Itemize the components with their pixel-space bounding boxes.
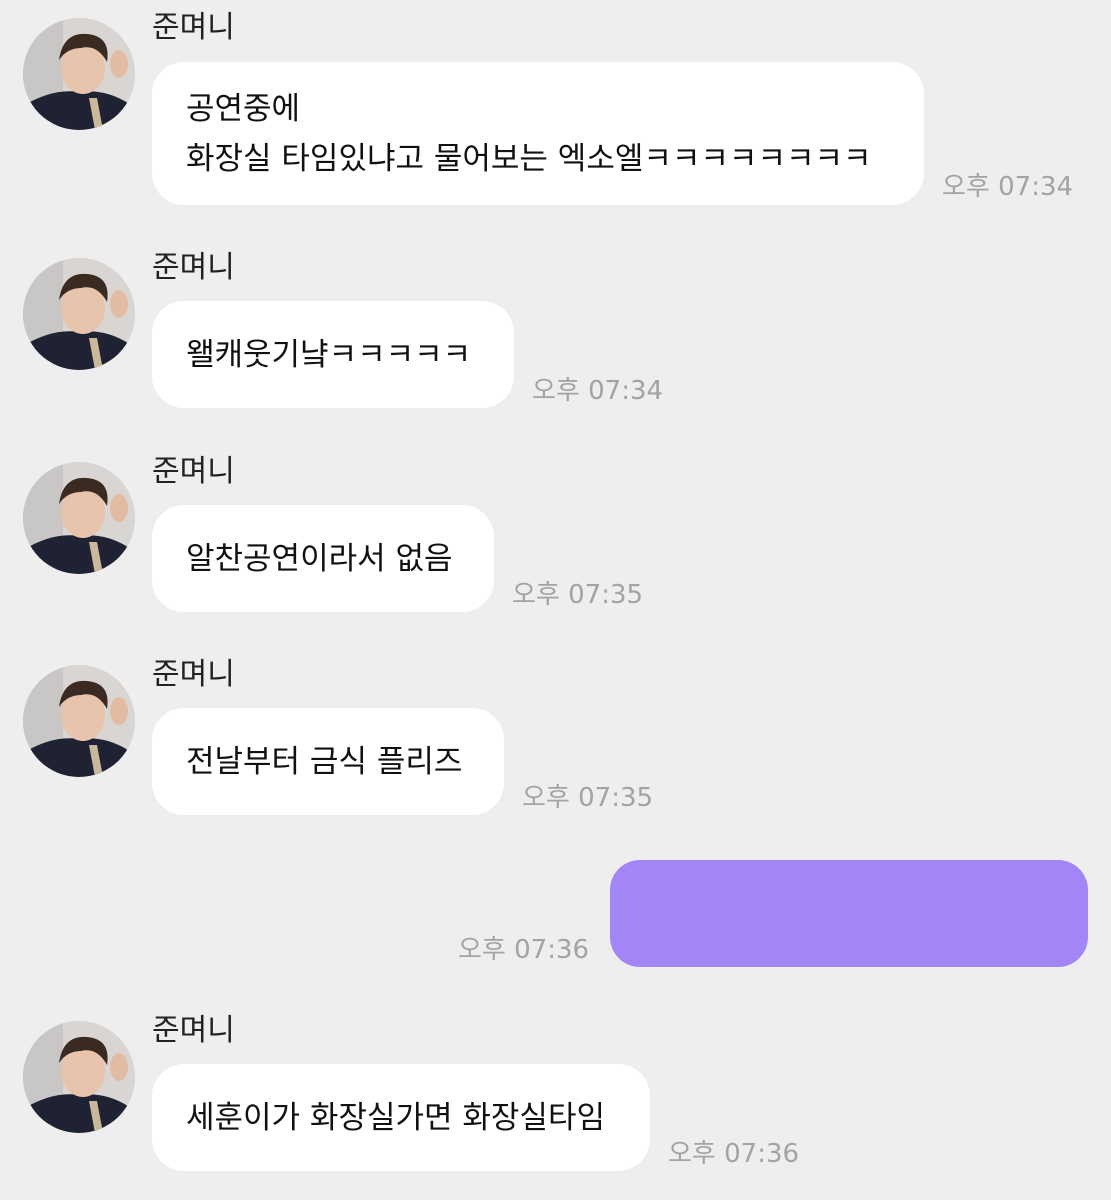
message-text: 공연중에: [186, 90, 301, 127]
message-text: 세훈이가 화장실가면 화장실타임: [186, 1099, 605, 1136]
message-bubble[interactable]: 공연중에 화장실 타임있냐고 물어보는 엑소엘ㅋㅋㅋㅋㅋㅋㅋㅋ: [152, 62, 924, 205]
message-text: 화장실 타임있냐고 물어보는 엑소엘ㅋㅋㅋㅋㅋㅋㅋㅋ: [186, 140, 872, 177]
sender-avatar[interactable]: [23, 258, 135, 370]
message-time: 오후 07:36: [458, 935, 590, 965]
message-time: 오후 07:36: [668, 1139, 800, 1169]
sender-avatar[interactable]: [23, 462, 135, 574]
sender-name: 준며니: [152, 454, 235, 489]
my-message-bubble[interactable]: [610, 860, 1088, 967]
sender-name: 준며니: [152, 657, 235, 692]
message-bubble[interactable]: 전날부터 금식 플리즈: [152, 708, 504, 815]
sender-avatar[interactable]: [23, 665, 135, 777]
message-text: 전날부터 금식 플리즈: [186, 743, 463, 780]
message-time: 오후 07:35: [512, 580, 644, 610]
profile-photo-icon: [23, 462, 135, 574]
profile-photo-icon: [23, 18, 135, 130]
message-bubble[interactable]: 왤캐웃기냨ㅋㅋㅋㅋㅋ: [152, 301, 514, 408]
message-time: 오후 07:34: [942, 172, 1074, 202]
message-text: 왤캐웃기냨ㅋㅋㅋㅋㅋ: [186, 336, 472, 373]
message-time: 오후 07:34: [532, 376, 664, 406]
profile-photo-icon: [23, 258, 135, 370]
sender-avatar[interactable]: [23, 1021, 135, 1133]
message-bubble[interactable]: 알찬공연이라서 없음: [152, 505, 494, 612]
profile-photo-icon: [23, 1021, 135, 1133]
sender-name: 준며니: [152, 10, 235, 45]
profile-photo-icon: [23, 665, 135, 777]
message-bubble[interactable]: 세훈이가 화장실가면 화장실타임: [152, 1064, 650, 1171]
sender-avatar[interactable]: [23, 18, 135, 130]
sender-name: 준며니: [152, 250, 235, 285]
message-time: 오후 07:35: [522, 783, 654, 813]
message-text: 알찬공연이라서 없음: [186, 540, 453, 577]
sender-name: 준며니: [152, 1013, 235, 1048]
